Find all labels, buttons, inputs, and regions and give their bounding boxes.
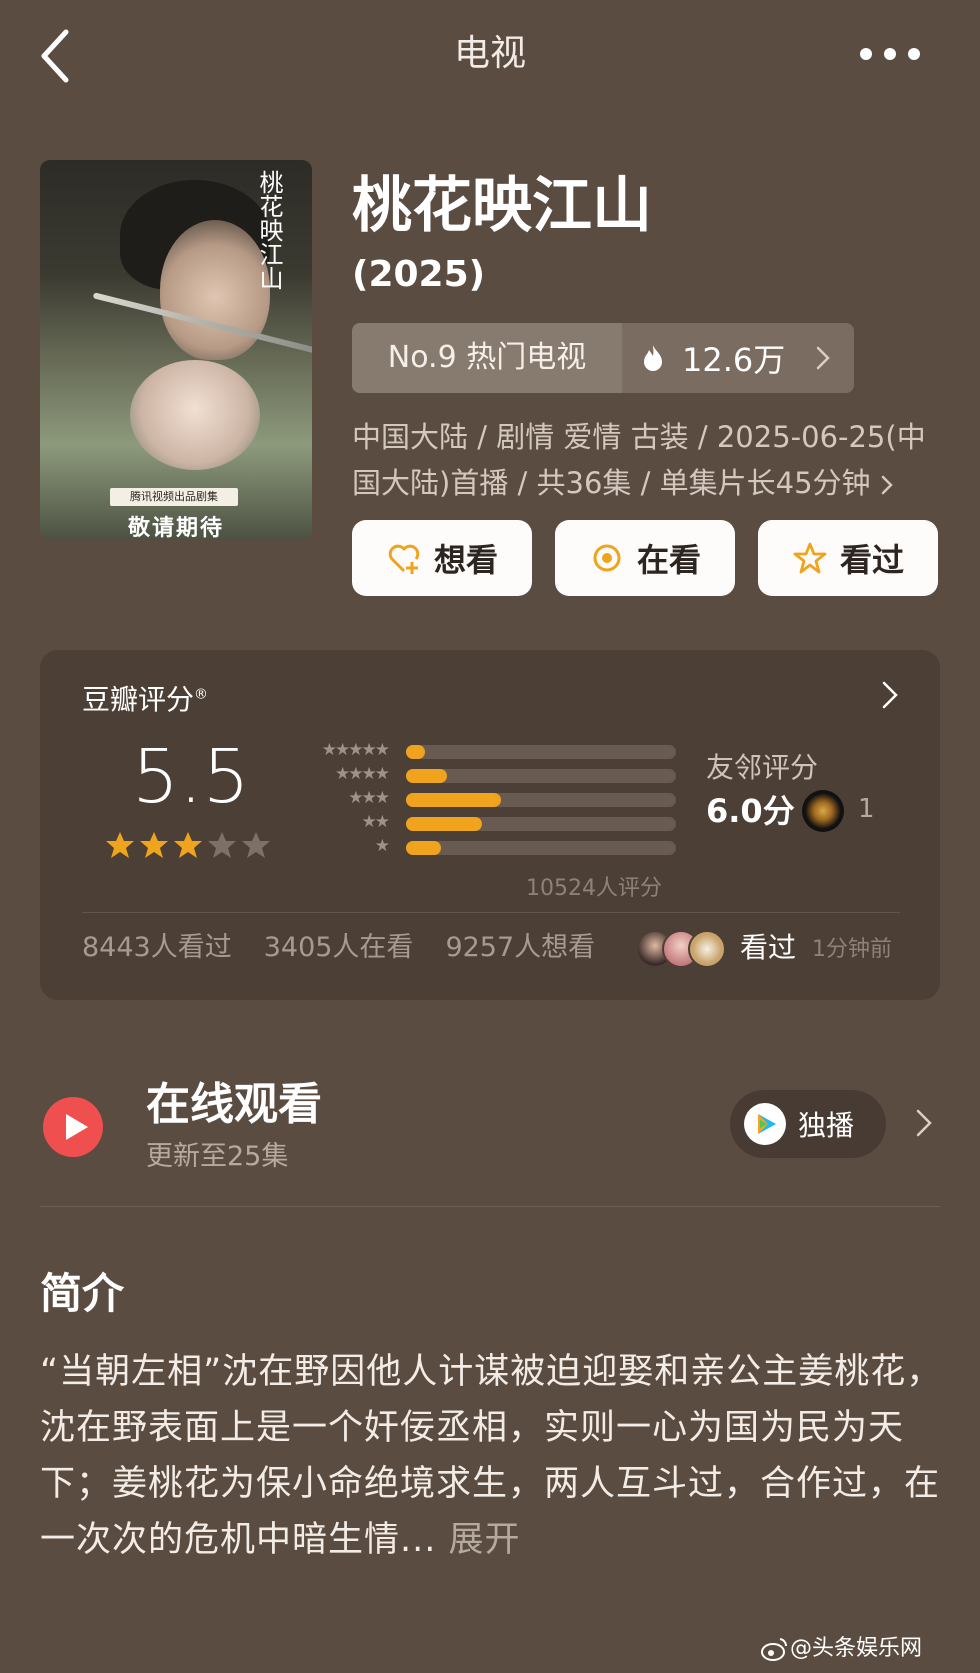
friend-avatar[interactable]: [802, 790, 844, 832]
watched-label: 看过: [839, 541, 904, 579]
distribution-bar: [406, 745, 425, 759]
chevron-right-icon[interactable]: [916, 1108, 932, 1138]
watched-count[interactable]: 8443人看过: [82, 926, 232, 970]
distribution-bar: [406, 841, 442, 855]
rating-score: 5.5: [132, 734, 250, 820]
watched-button[interactable]: 看过: [758, 520, 938, 596]
synopsis-body: “当朝左相”沈在野因他人计谋被迫迎娶和亲公主姜桃花，沈在野表面上是一个奸佞丞相，…: [40, 1344, 946, 1568]
distribution-row: ★: [290, 836, 676, 860]
rating-card[interactable]: 豆瓣评分® 5.5 ★★★★★ ★★★★ ★★★ ★★ ★ 10524人评分 友邻评分 …: [40, 650, 940, 1000]
star-filled-icon: [174, 832, 202, 858]
exclusive-label: 独播: [798, 1109, 855, 1142]
divider: [82, 912, 900, 913]
star-outline-icon: [793, 542, 827, 574]
tencent-video-icon: [744, 1103, 786, 1145]
friend-rating-score: 6.0分: [706, 792, 795, 830]
exclusive-platform-button[interactable]: 独播: [730, 1090, 886, 1158]
show-meta[interactable]: 中国大陆 / 剧情 爱情 古装 / 2025-06-25(中国大陆)首播 / 共…: [352, 414, 942, 506]
more-options-icon[interactable]: [860, 48, 920, 62]
distribution-stars: ★: [374, 836, 390, 856]
distribution-stars: ★★★★: [335, 764, 390, 784]
friend-count: 1: [858, 794, 875, 824]
rating-distribution: ★★★★★ ★★★★ ★★★ ★★ ★: [290, 740, 676, 860]
rating-source: 豆瓣评分®: [82, 683, 209, 716]
star-filled-icon: [106, 832, 134, 858]
synopsis-title: 简介: [40, 1269, 125, 1318]
play-icon[interactable]: [42, 1096, 104, 1158]
poster-image[interactable]: 桃花映江山 腾讯视频出品剧集 敬请期待: [40, 160, 312, 540]
star-empty-icon: [242, 832, 270, 858]
rank-label[interactable]: No.9 热门电视: [352, 323, 622, 393]
online-watch-title[interactable]: 在线观看: [146, 1076, 322, 1134]
vote-count: 10524人评分: [526, 876, 662, 901]
distribution-bar: [406, 769, 447, 783]
show-title: 桃花映江山: [352, 171, 652, 241]
want-to-watch-button[interactable]: 想看: [352, 520, 532, 596]
online-watch-subtitle: 更新至25集: [146, 1141, 289, 1172]
watching-count[interactable]: 3405人在看: [264, 926, 414, 970]
distribution-stars: ★★★: [348, 788, 390, 808]
watch-stats: 8443人看过 3405人在看 9257人想看: [82, 926, 627, 970]
chevron-right-icon[interactable]: [882, 680, 898, 710]
expand-link[interactable]: 展开: [449, 1520, 521, 1560]
distribution-stars: ★★★★★: [321, 740, 390, 760]
weibo-icon: [761, 1638, 788, 1661]
poster-tag: 腾讯视频出品剧集: [110, 488, 238, 506]
watermark: @头条娱乐网: [790, 1636, 923, 1661]
distribution-track: [406, 793, 676, 807]
star-empty-icon: [208, 832, 236, 858]
page-title: 电视: [453, 33, 526, 74]
recent-activity-time: 1分钟前: [812, 937, 892, 962]
watching-label: 在看: [636, 541, 701, 579]
star-filled-icon: [140, 832, 168, 858]
poster-slogan: 敬请期待: [127, 516, 224, 540]
distribution-track: [406, 841, 676, 855]
divider: [40, 1206, 940, 1207]
show-year: (2025): [352, 254, 486, 295]
recent-activity-label: 看过: [740, 931, 797, 964]
target-icon: [593, 544, 621, 572]
heat-value: 12.6万: [682, 341, 786, 379]
distribution-row: ★★: [290, 812, 676, 836]
distribution-track: [406, 745, 676, 759]
fire-icon: [644, 345, 662, 371]
rank-pill[interactable]: No.9 热门电视 12.6万: [352, 323, 854, 393]
rating-stars: [104, 830, 274, 860]
poster-logo: 桃花映江山: [255, 170, 283, 290]
heart-plus-icon: [388, 544, 420, 574]
distribution-track: [406, 769, 676, 783]
heat-indicator[interactable]: 12.6万: [622, 323, 854, 393]
want-label: 想看: [433, 541, 498, 579]
distribution-row: ★★★★★: [290, 740, 676, 764]
avatar: [688, 930, 726, 968]
recent-user-avatars[interactable]: [636, 930, 726, 968]
distribution-bar: [406, 817, 482, 831]
show-meta-text: 中国大陆 / 剧情 爱情 古装 / 2025-06-25(中国大陆)首播 / 共…: [352, 420, 926, 500]
distribution-stars: ★★: [361, 812, 391, 832]
chevron-right-icon: [881, 475, 893, 495]
chevron-right-icon: [816, 346, 830, 370]
want-count[interactable]: 9257人想看: [445, 926, 595, 970]
distribution-bar: [406, 793, 501, 807]
distribution-row: ★★★★: [290, 764, 676, 788]
friend-rating-label: 友邻评分: [706, 751, 819, 784]
watching-button[interactable]: 在看: [555, 520, 735, 596]
distribution-row: ★★★: [290, 788, 676, 812]
distribution-track: [406, 817, 676, 831]
